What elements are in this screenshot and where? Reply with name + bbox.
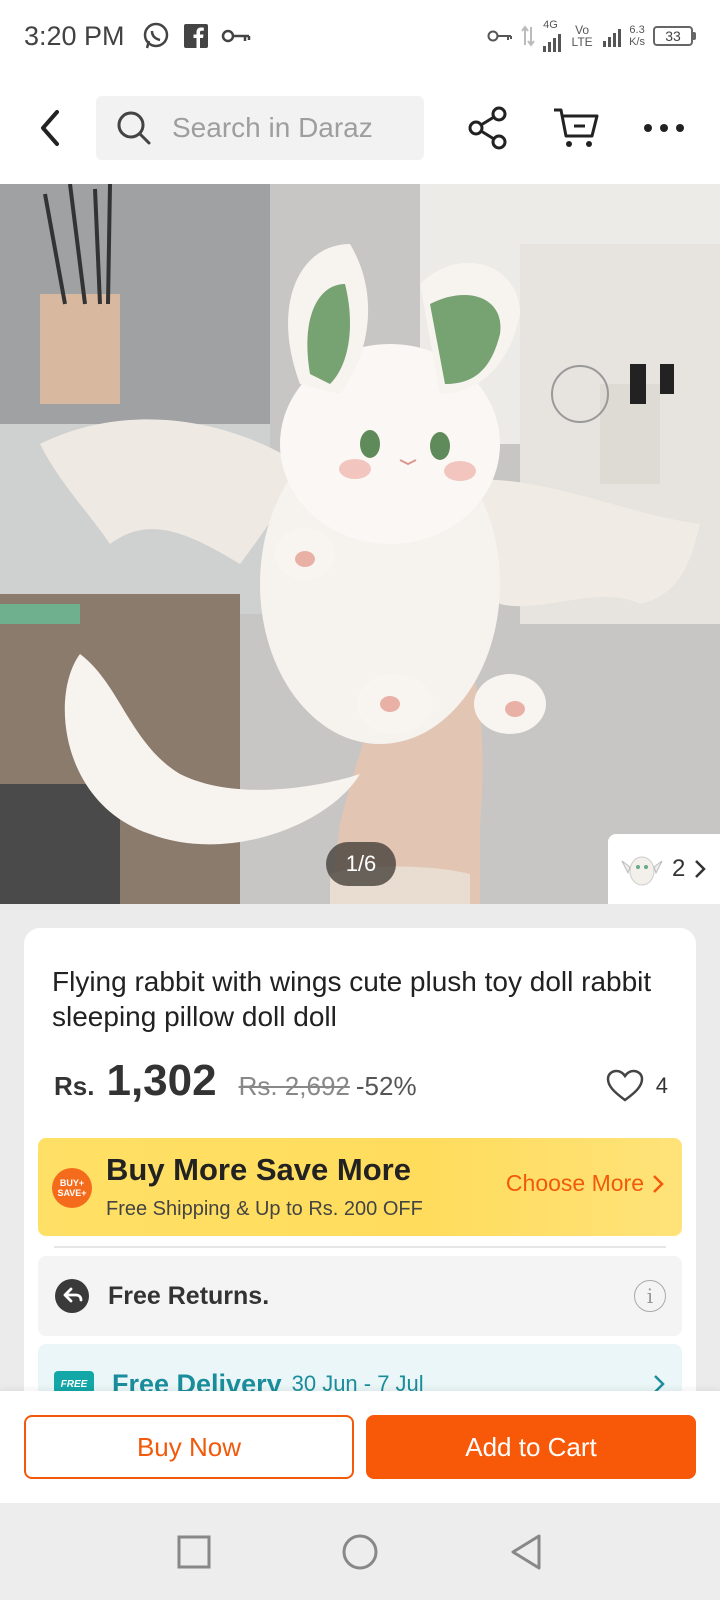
speed-unit: K/s <box>629 36 645 48</box>
original-price: Rs. 2,692 <box>238 1071 350 1101</box>
signal-icon <box>543 30 562 52</box>
buy-now-button[interactable]: Buy Now <box>24 1415 354 1479</box>
triangle-back-icon <box>511 1534 541 1569</box>
search-placeholder: Search in Daraz <box>172 112 373 143</box>
share-icon <box>468 106 507 150</box>
circle-icon <box>342 1534 378 1569</box>
badge-line2: SAVE+ <box>57 1188 87 1198</box>
wishlist-count: 4 <box>655 1073 668 1098</box>
choose-more-label: Choose More <box>505 1170 644 1196</box>
discount-percent: -52% <box>355 1071 417 1101</box>
image-counter: 1/6 <box>326 842 396 886</box>
more-options-button[interactable] <box>634 98 694 158</box>
network-speed: 6.3 K/s <box>629 24 645 48</box>
whatsapp-icon <box>141 21 171 51</box>
chevron-left-icon <box>41 110 59 146</box>
add-to-cart-button[interactable]: Add to Cart <box>366 1415 696 1479</box>
system-back-button[interactable] <box>509 1533 543 1571</box>
return-arrow-icon <box>55 1279 89 1313</box>
search-icon <box>117 111 151 145</box>
promo-title: Buy More Save More <box>106 1152 411 1187</box>
home-button[interactable] <box>341 1533 379 1571</box>
speed-value: 6.3 <box>629 24 645 36</box>
battery-level: 33 <box>653 26 693 46</box>
wishlist-button[interactable]: 4 <box>606 1069 668 1103</box>
divider <box>54 1246 666 1248</box>
variant-thumbnail-button[interactable]: 2 <box>608 834 720 904</box>
heart-icon <box>606 1069 644 1102</box>
signal-icon-2 <box>603 25 622 47</box>
square-icon <box>177 1535 211 1568</box>
variant-count: 2 <box>672 855 686 882</box>
key-icon <box>487 29 513 43</box>
buy-more-save-more-banner[interactable]: BUY+ SAVE+ Buy More Save More Free Shipp… <box>38 1138 682 1236</box>
info-icon[interactable]: i <box>634 1280 666 1312</box>
status-time: 3:20 PM <box>24 20 125 51</box>
free-returns-row[interactable]: Free Returns. i <box>38 1256 682 1336</box>
cart-icon <box>554 108 599 147</box>
free-returns-label: Free Returns. <box>108 1281 270 1310</box>
top-nav: Search in Daraz <box>0 72 720 184</box>
recent-apps-button[interactable] <box>177 1535 211 1569</box>
volte-label: Vo LTE <box>571 23 593 49</box>
buy-save-badge-icon: BUY+ SAVE+ <box>52 1168 92 1208</box>
chevron-right-icon <box>653 1174 664 1193</box>
cart-button[interactable] <box>546 98 606 158</box>
system-navigation-bar <box>0 1503 720 1600</box>
promo-subtitle: Free Shipping & Up to Rs. 200 OFF <box>106 1198 423 1220</box>
vpn-key-icon <box>221 28 251 44</box>
network-4g-label: 4G <box>543 19 558 31</box>
more-horizontal-icon <box>644 124 684 132</box>
facebook-icon <box>183 23 209 49</box>
status-bar: 3:20 PM 4G Vo LTE 6.3 K/s 33 <box>0 0 720 72</box>
product-photo-illustration <box>0 184 720 904</box>
share-button[interactable] <box>458 98 518 158</box>
bottom-action-bar: Buy Now Add to Cart <box>0 1391 720 1503</box>
search-input[interactable]: Search in Daraz <box>96 96 424 160</box>
badge-line1: BUY+ <box>59 1178 85 1188</box>
data-arrows-icon <box>521 25 535 47</box>
price-currency: Rs. <box>54 1071 95 1101</box>
chevron-right-icon <box>695 860 707 878</box>
product-title: Flying rabbit with wings cute plush toy … <box>52 966 652 1032</box>
battery-icon: 33 <box>653 26 696 46</box>
choose-more-link[interactable]: Choose More <box>506 1170 664 1197</box>
price-row: Rs. 1,302 Rs. 2,692 -52% 4 <box>54 1056 668 1116</box>
product-image[interactable] <box>0 184 720 904</box>
current-price: 1,302 <box>106 1056 217 1105</box>
back-button[interactable] <box>20 98 80 158</box>
variant-thumbnail-icon <box>621 856 663 886</box>
